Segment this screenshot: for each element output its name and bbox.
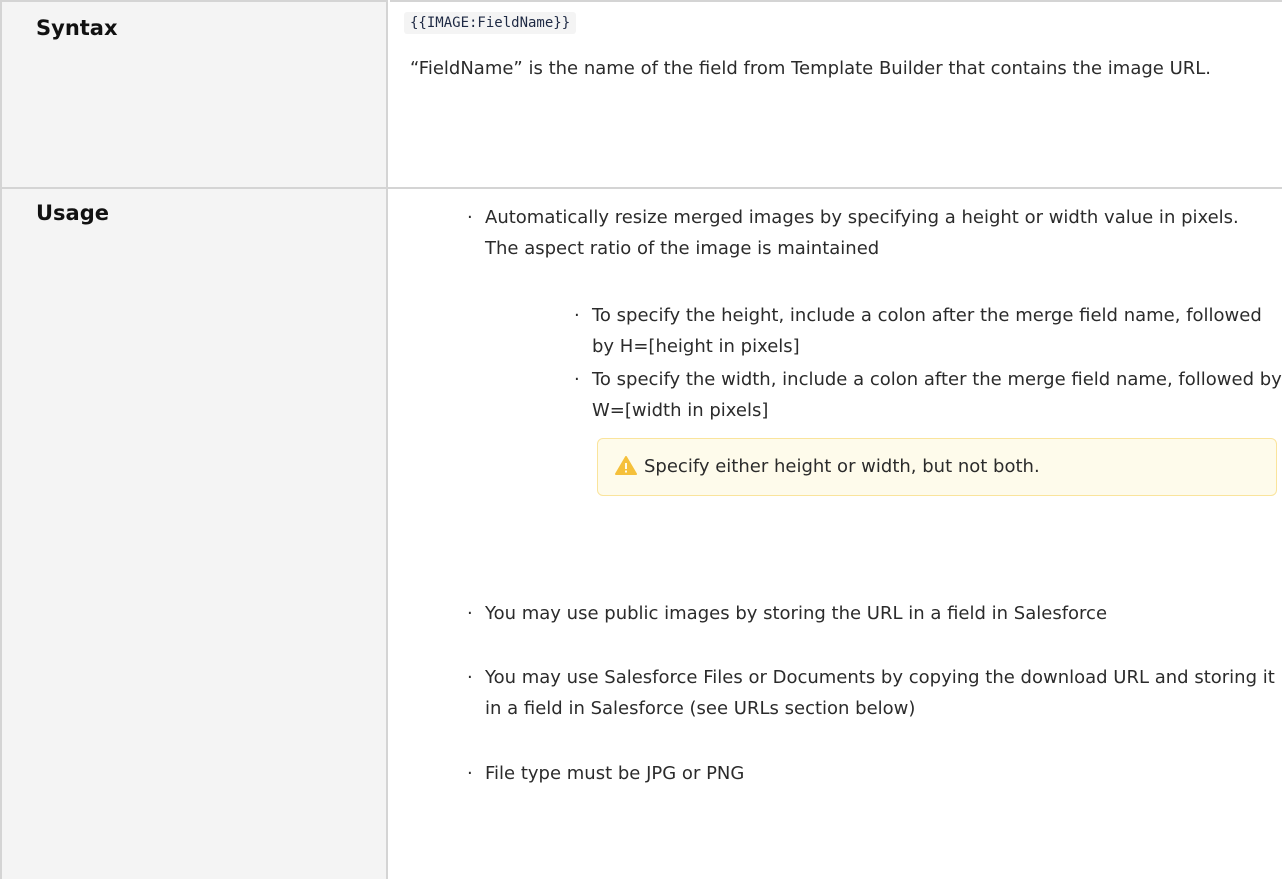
warning-callout: Specify either height or width, but not … [597, 438, 1277, 496]
usage-label: Usage [36, 201, 109, 225]
syntax-description: “FieldName” is the name of the field fro… [410, 58, 1212, 79]
warning-triangle-icon [614, 454, 638, 478]
syntax-label-cell: Syntax [0, 0, 388, 188]
sub-bullet-text: To specify the height, include a colon a… [592, 305, 1262, 357]
syntax-label: Syntax [36, 16, 118, 40]
list-item: · You may use Salesforce Files or Docume… [467, 667, 1275, 719]
list-item: · File type must be JPG or PNG [467, 763, 745, 784]
bullet-text: You may use Salesforce Files or Document… [485, 667, 1275, 719]
list-item: · Automatically resize merged images by … [467, 207, 1239, 259]
usage-label-cell: Usage [0, 189, 388, 879]
list-item: · You may use public images by storing t… [467, 603, 1108, 624]
warning-text: Specify either height or width, but not … [644, 456, 1040, 477]
list-item: · To specify the width, include a colon … [574, 369, 1282, 421]
sub-bullet-text: To specify the width, include a colon af… [592, 369, 1282, 421]
bullet-text: You may use public images by storing the… [485, 603, 1108, 624]
bullet-text: File type must be JPG or PNG [485, 763, 745, 784]
bullet-text: Automatically resize merged images by sp… [485, 207, 1239, 259]
syntax-code: {{IMAGE:FieldName}} [404, 12, 577, 34]
list-item: · To specify the height, include a colon… [574, 305, 1262, 357]
